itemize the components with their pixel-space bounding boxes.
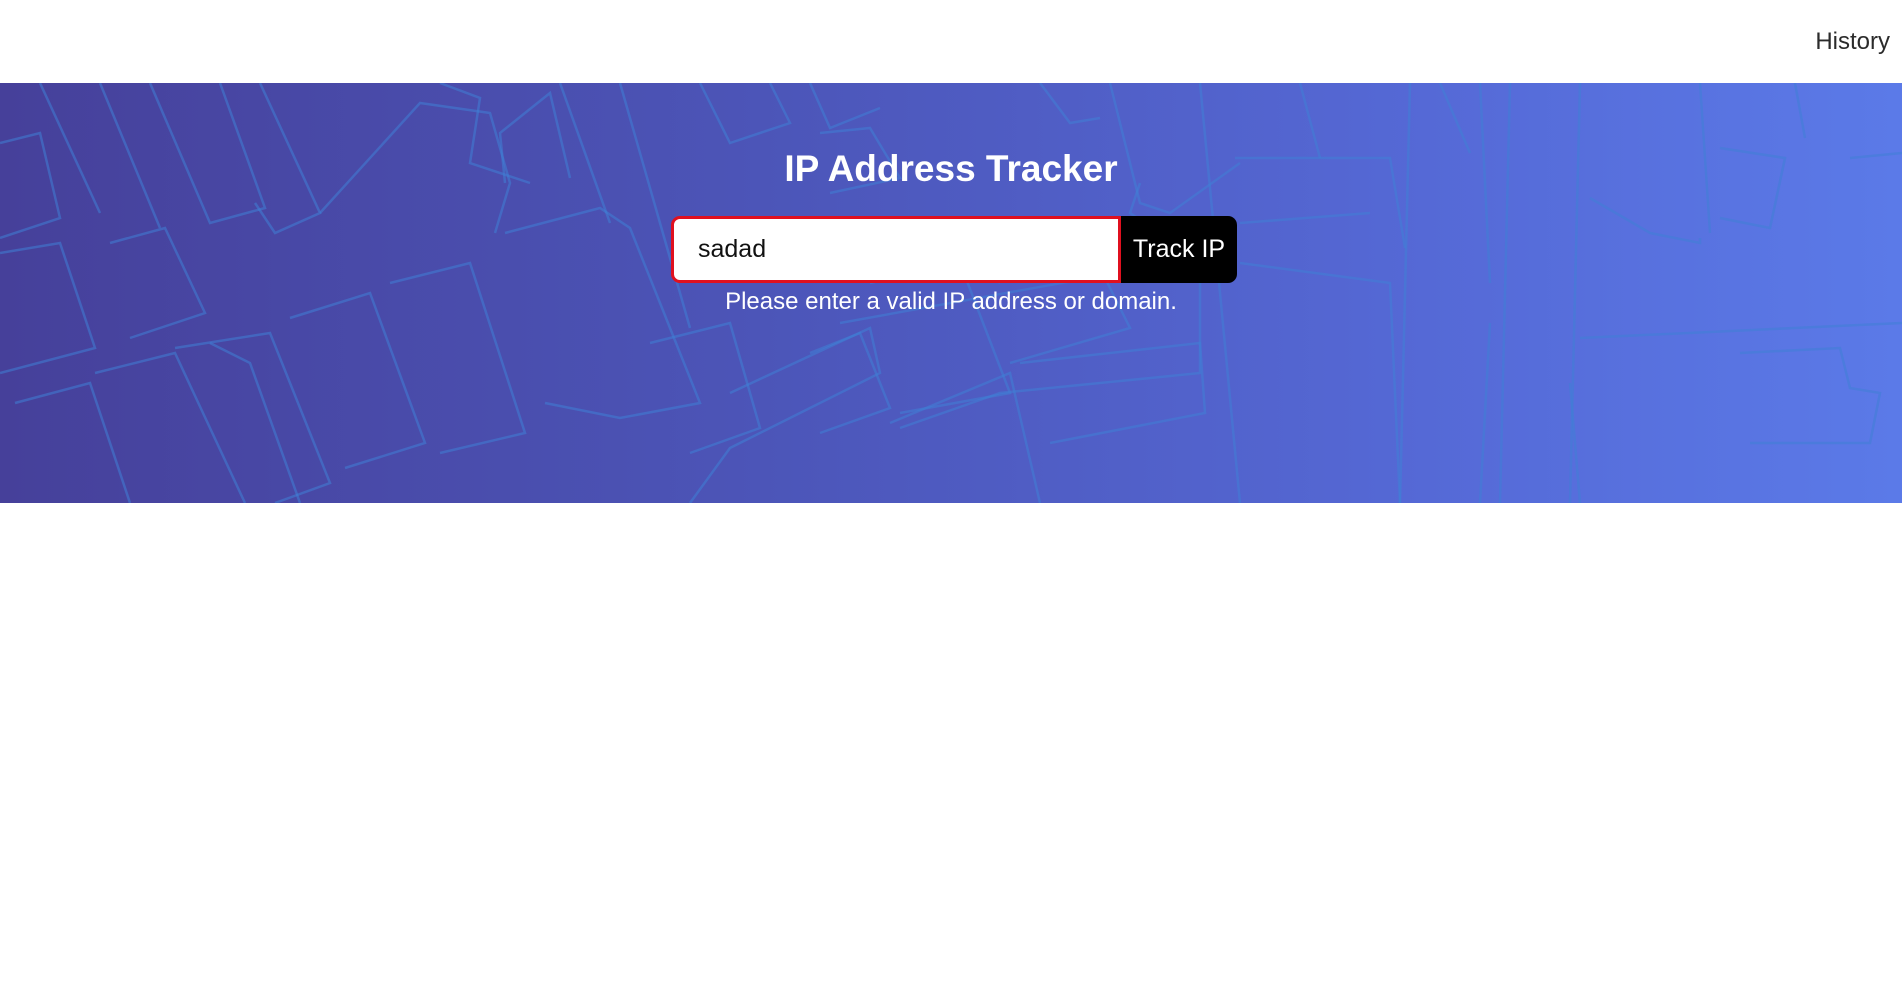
ip-search-form: Track IP bbox=[671, 216, 1237, 283]
track-ip-button[interactable]: Track IP bbox=[1121, 216, 1237, 283]
validation-error-message: Please enter a valid IP address or domai… bbox=[725, 288, 1177, 315]
top-navbar: History bbox=[0, 0, 1902, 83]
page-title: IP Address Tracker bbox=[784, 148, 1118, 189]
history-link[interactable]: History bbox=[1815, 28, 1890, 56]
hero-banner: IP Address Tracker Track IP Please enter… bbox=[0, 83, 1902, 503]
ip-search-input[interactable] bbox=[671, 216, 1121, 283]
